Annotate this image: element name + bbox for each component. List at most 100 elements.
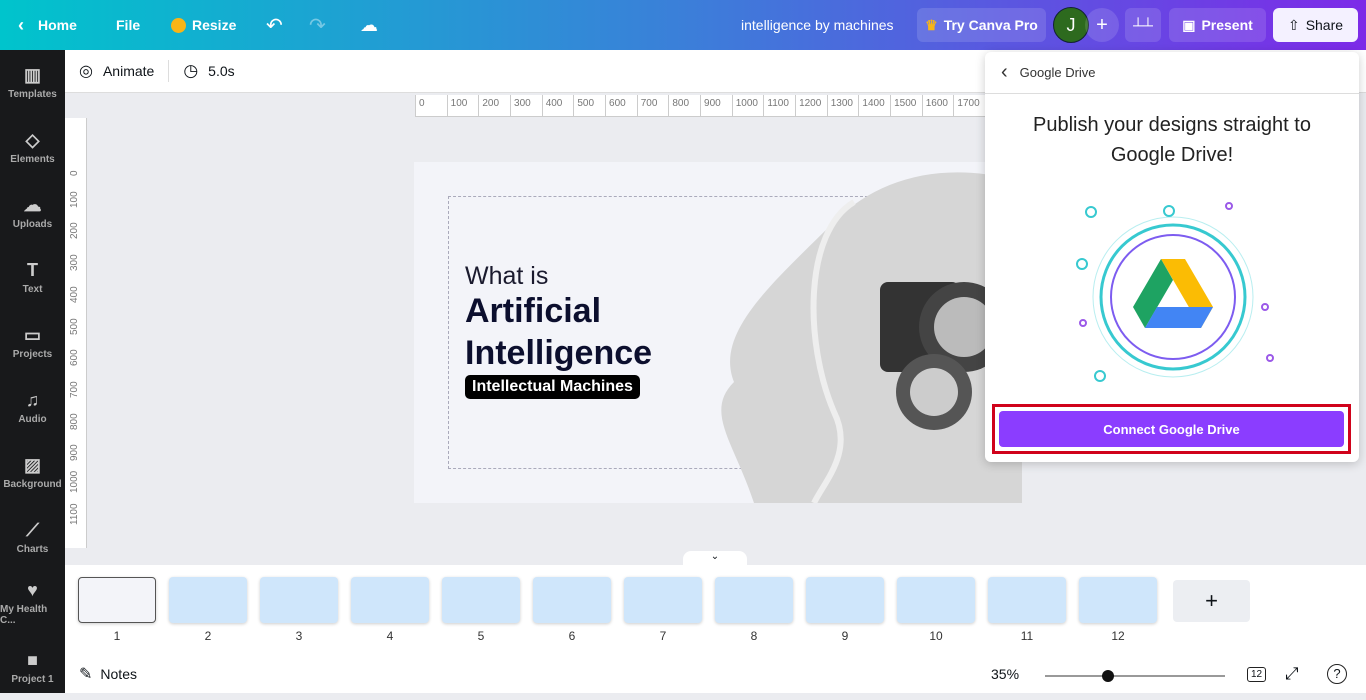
page-thumbnail[interactable] bbox=[260, 577, 338, 623]
sidebar-item-project-1[interactable]: ■ Project 1 bbox=[0, 635, 65, 700]
templates-icon: ▥ bbox=[23, 65, 41, 85]
ruler-tick-label: 1200 bbox=[795, 95, 827, 116]
my-health-c--icon: ♥ bbox=[27, 579, 38, 600]
sidebar-item-uploads[interactable]: ☁ Uploads bbox=[0, 180, 65, 245]
redo-icon[interactable]: ↷ bbox=[309, 0, 326, 50]
sidebar-item-audio[interactable]: ♫ Audio bbox=[0, 375, 65, 440]
ruler-tick-label: 1100 bbox=[763, 95, 795, 116]
ruler-tick-label: 100 bbox=[446, 95, 479, 116]
try-canva-pro-button[interactable]: ♛ Try Canva Pro bbox=[917, 8, 1046, 42]
sidebar-item-label: Templates bbox=[8, 89, 57, 100]
charts-icon: ⟋ bbox=[26, 520, 39, 540]
page-thumbnail[interactable] bbox=[1079, 577, 1157, 623]
page-thumbnail[interactable] bbox=[715, 577, 793, 623]
sidebar-item-charts[interactable]: ⟋ Charts bbox=[0, 505, 65, 570]
collapse-pages-icon[interactable]: ⌄ bbox=[683, 551, 747, 565]
sidebar-item-label: My Health C... bbox=[0, 603, 48, 626]
sidebar: ▥ Templates ◇ Elements ☁ Uploads T Text ▭ Project… bbox=[0, 50, 65, 693]
slide-tag[interactable]: Intellectual Machines bbox=[465, 375, 640, 399]
back-icon[interactable]: ‹ bbox=[1001, 61, 1008, 84]
ruler-tick-label: 600 bbox=[69, 349, 80, 367]
page-number: 4 bbox=[386, 629, 394, 643]
present-button[interactable]: ▣ Present bbox=[1169, 8, 1266, 42]
zoom-slider-handle[interactable] bbox=[1102, 670, 1114, 682]
ruler-tick-label: 500 bbox=[69, 317, 80, 335]
ruler-tick-label: 300 bbox=[69, 254, 80, 272]
page-number: 7 bbox=[659, 629, 667, 643]
ruler-tick-label: 600 bbox=[605, 95, 637, 116]
avatar[interactable]: J bbox=[1053, 7, 1089, 43]
elements-icon: ◇ bbox=[25, 130, 40, 150]
slide-title-line1[interactable]: Artificial bbox=[465, 290, 601, 332]
google-drive-panel: ‹ Google Drive Publish your designs stra… bbox=[985, 52, 1359, 462]
zoom-level[interactable]: 35% bbox=[991, 666, 1019, 682]
ruler-tick-label: 1000 bbox=[731, 95, 764, 116]
sidebar-item-background[interactable]: ▨ Background bbox=[0, 440, 65, 505]
home-button[interactable]: ‹ Home bbox=[18, 0, 77, 50]
slide-title-line2[interactable]: Intelligence bbox=[465, 332, 652, 374]
project-1-icon: ■ bbox=[27, 650, 38, 670]
sidebar-item-my-health-c-[interactable]: ♥ My Health C... bbox=[0, 570, 65, 635]
page-thumbnail[interactable] bbox=[169, 577, 247, 623]
ruler-tick-label: 800 bbox=[69, 412, 80, 430]
cloud-saved-icon[interactable]: ☁ bbox=[360, 0, 378, 50]
sidebar-item-elements[interactable]: ◇ Elements bbox=[0, 115, 65, 180]
fullscreen-icon[interactable]: ⤢ bbox=[1285, 664, 1299, 684]
share-button[interactable]: ⇧ Share bbox=[1273, 8, 1358, 42]
slide-canvas[interactable]: What is Artificial Intelligence Intellec… bbox=[414, 162, 1022, 503]
sidebar-item-label: Elements bbox=[10, 154, 55, 165]
page-thumbnail[interactable] bbox=[442, 577, 520, 623]
ruler-tick-label: 300 bbox=[510, 95, 542, 116]
google-drive-illustration bbox=[1076, 202, 1274, 382]
page-thumbnail[interactable] bbox=[806, 577, 884, 623]
add-page-button[interactable]: + bbox=[1173, 580, 1250, 622]
ruler-tick-label: 400 bbox=[541, 95, 574, 116]
page-count-button[interactable]: 12 bbox=[1247, 666, 1267, 682]
page-thumbnail[interactable] bbox=[533, 577, 611, 623]
audio-icon: ♫ bbox=[25, 390, 40, 410]
page-number: 12 bbox=[1111, 629, 1125, 643]
page-number: 5 bbox=[477, 629, 485, 643]
insights-icon[interactable]: ┴┴ bbox=[1125, 8, 1161, 42]
add-collaborator-button[interactable]: + bbox=[1085, 8, 1119, 42]
resize-button[interactable]: Resize bbox=[171, 0, 236, 50]
file-menu[interactable]: File bbox=[116, 0, 140, 50]
ruler-tick-label: 200 bbox=[69, 222, 80, 240]
duration-button[interactable]: 5.0s bbox=[208, 63, 234, 79]
animate-button[interactable]: Animate bbox=[103, 63, 154, 79]
page-thumbnail[interactable] bbox=[988, 577, 1066, 623]
help-icon[interactable]: ? bbox=[1327, 664, 1347, 684]
horizontal-ruler: 0 100 200 300 400 500 600 700 800 900 1000 1100 1200… bbox=[415, 95, 985, 117]
sidebar-item-label: Audio bbox=[18, 414, 47, 425]
ruler-tick-label: 700 bbox=[69, 381, 80, 398]
projects-icon: ▭ bbox=[23, 325, 41, 345]
sidebar-item-label: Background bbox=[3, 479, 62, 490]
page-thumbnail[interactable] bbox=[624, 577, 702, 623]
page-thumbnail[interactable] bbox=[897, 577, 975, 623]
design-title[interactable]: intelligence by machines bbox=[741, 0, 894, 50]
divider bbox=[168, 60, 170, 82]
share-icon: ⇧ bbox=[1287, 16, 1300, 33]
ruler-tick-label: 100 bbox=[69, 191, 80, 208]
sidebar-item-label: Projects bbox=[12, 349, 53, 360]
connect-highlight: Connect Google Drive bbox=[992, 404, 1351, 454]
slide-subtitle[interactable]: What is bbox=[465, 262, 548, 291]
page-number: 9 bbox=[841, 629, 849, 643]
sidebar-item-templates[interactable]: ▥ Templates bbox=[0, 50, 65, 115]
page-thumbnail[interactable] bbox=[351, 577, 429, 623]
ruler-tick-label: 400 bbox=[69, 286, 80, 303]
page-number: 11 bbox=[1020, 629, 1034, 643]
animate-icon: ◎ bbox=[79, 63, 93, 80]
sidebar-item-label: Text bbox=[22, 284, 43, 295]
background-icon: ▨ bbox=[23, 455, 41, 475]
page-thumbnail[interactable] bbox=[78, 577, 156, 623]
sidebar-item-text[interactable]: T Text bbox=[0, 245, 65, 310]
panel-heading: Publish your designs straight to Google … bbox=[1033, 114, 1311, 166]
notes-button[interactable]: Notes bbox=[100, 666, 137, 682]
zoom-slider[interactable] bbox=[1045, 670, 1225, 682]
sidebar-item-projects[interactable]: ▭ Projects bbox=[0, 310, 65, 375]
connect-google-drive-button[interactable]: Connect Google Drive bbox=[999, 411, 1344, 447]
undo-icon[interactable]: ↶ bbox=[266, 0, 283, 50]
sidebar-item-label: Uploads bbox=[12, 219, 53, 230]
vertical-ruler: 0 100 200 300 400 500 600 700 800 900 1000 1100 bbox=[65, 118, 87, 548]
